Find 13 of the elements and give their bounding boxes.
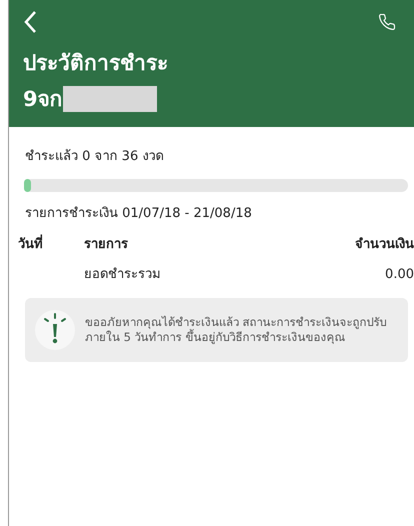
table-cell-text: 0.00: [385, 266, 414, 284]
alert-icon: [35, 310, 75, 350]
phone-icon[interactable]: [378, 13, 396, 31]
progress-label: ชำระแล้ว 0 จาก 36 งวด: [25, 148, 164, 166]
table-cell-text: ยอดชำระรวม: [84, 266, 162, 284]
back-icon[interactable]: [23, 10, 37, 34]
column-header: รายการ: [84, 236, 129, 254]
period-label: รายการชำระเงิน 01/07/18 - 21/08/18: [25, 204, 253, 222]
column-header: จำนวนเงิน: [355, 236, 414, 254]
page-title: ประวัติการชำระ: [23, 50, 169, 76]
account-name: 9จก: [23, 86, 63, 112]
column-header: วันที่: [18, 235, 84, 254]
notice-text: ขออภัยหากคุณได้ชำระเงินแล้ว สถานะการชำระเงินจะถูกปรับภายใน 5 วันทำการ ขึ้นอยู่กับวิธีการชำระเงินของคุณ: [85, 315, 388, 345]
